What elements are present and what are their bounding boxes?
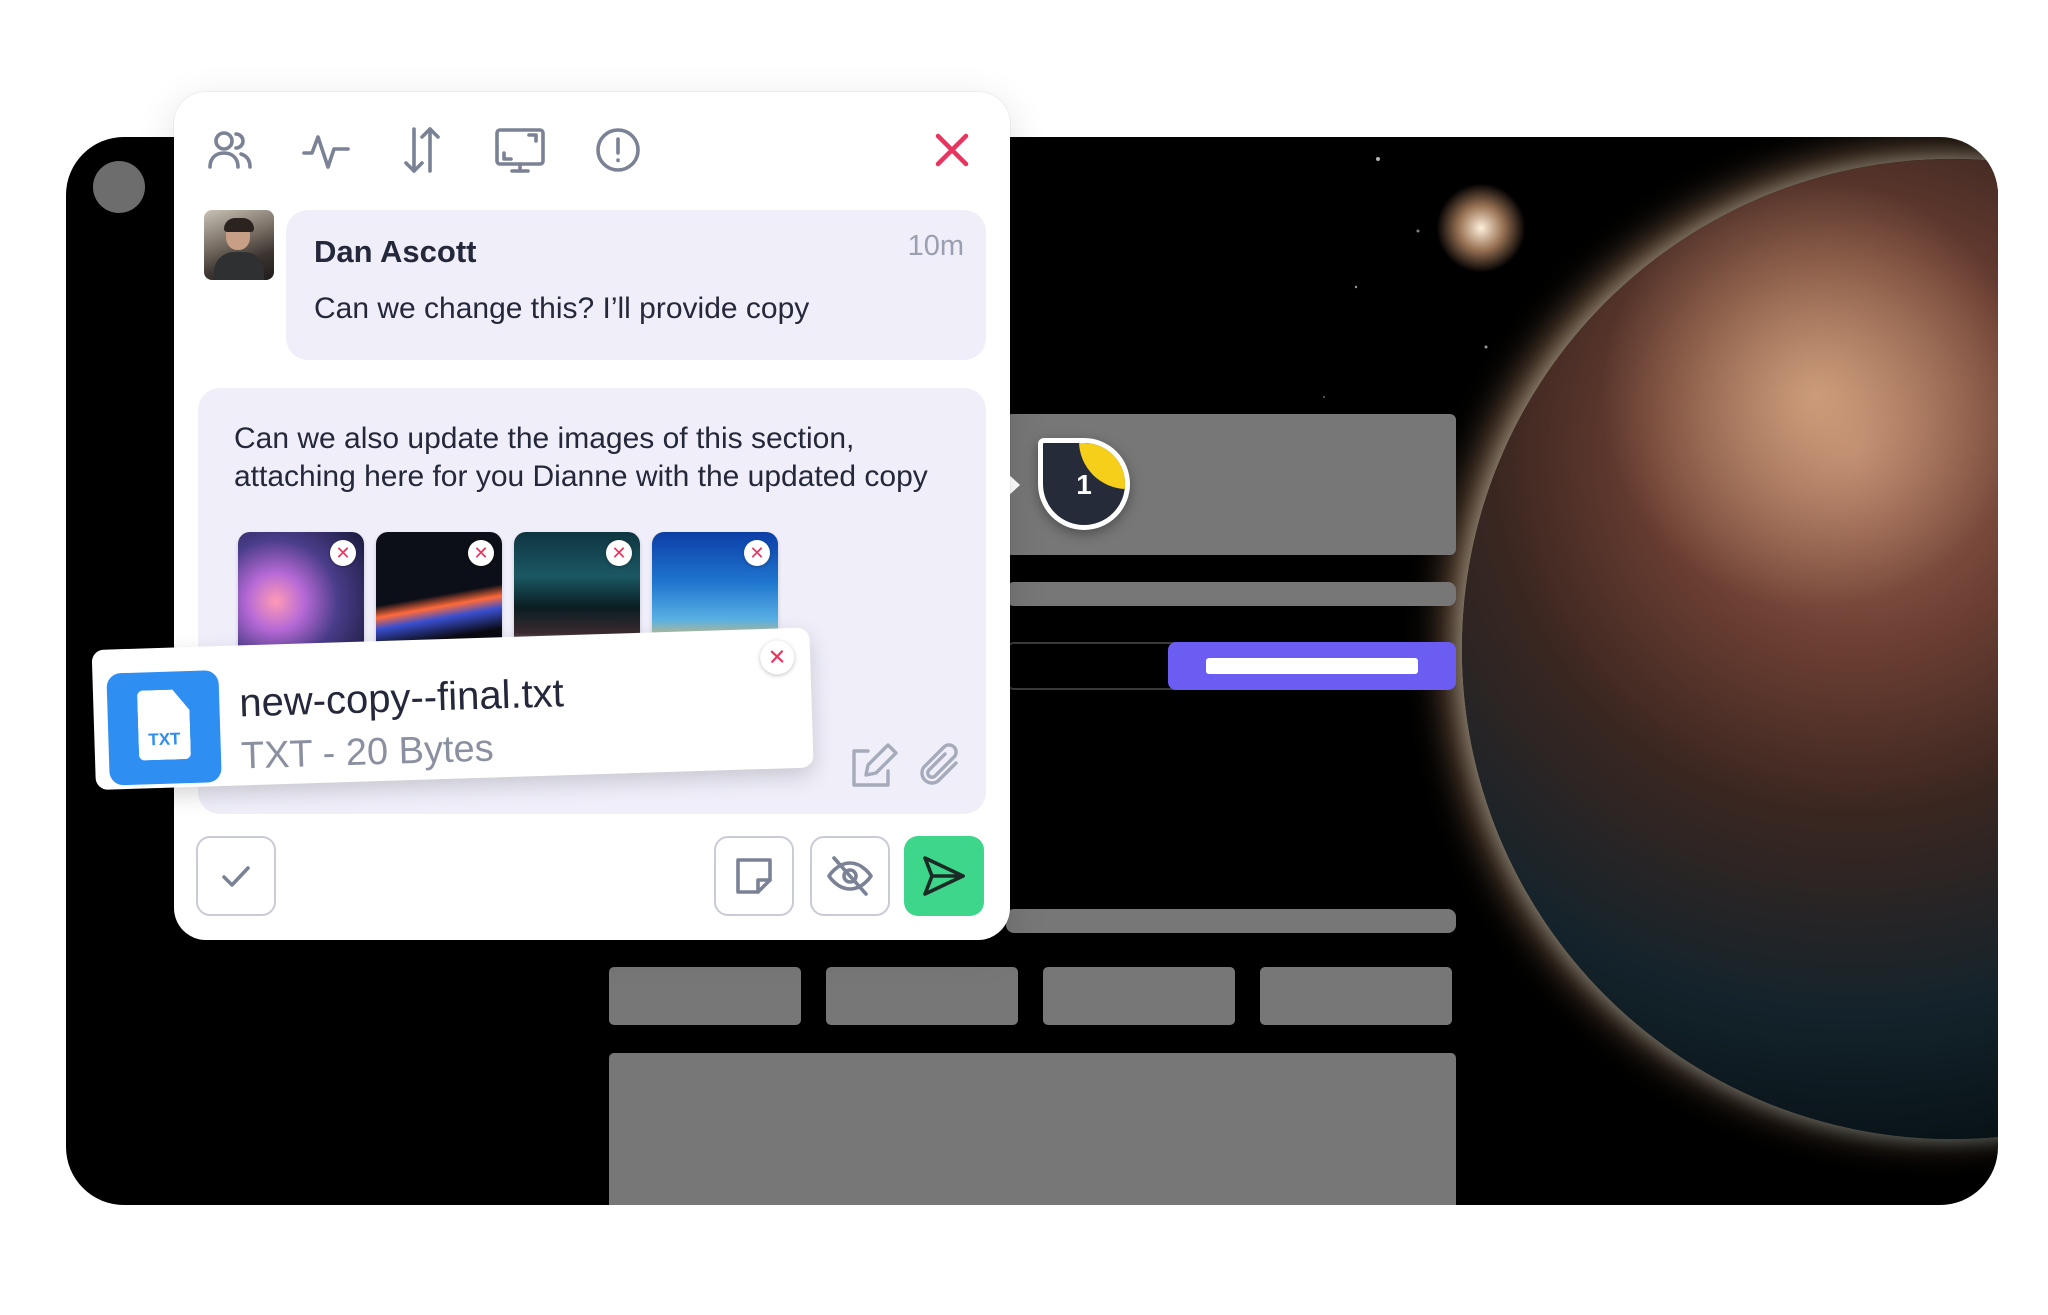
panel-toolbar xyxy=(202,122,982,182)
remove-attachment-button[interactable]: ✕ xyxy=(606,540,632,566)
placeholder-content-block xyxy=(609,1053,1456,1205)
remove-attachment-button[interactable]: ✕ xyxy=(330,540,356,566)
activity-icon[interactable] xyxy=(298,122,354,178)
paperclip-icon[interactable] xyxy=(918,741,964,796)
send-button[interactable] xyxy=(904,836,984,916)
composer-actions xyxy=(848,741,964,796)
send-icon xyxy=(923,856,965,896)
comment-bubble: Dan Ascott 10m Can we change this? I’ll … xyxy=(286,210,986,360)
placeholder-cta-button xyxy=(1168,642,1456,690)
remove-file-button[interactable]: ✕ xyxy=(759,640,795,676)
comment-time: 10m xyxy=(907,230,964,262)
file-attachment-card[interactable]: TXT new-copy--final.txt TXT - 20 Bytes ✕ xyxy=(91,627,814,790)
check-icon xyxy=(222,866,250,887)
file-extension: TXT xyxy=(148,729,181,750)
placeholder-text-line xyxy=(1006,582,1456,606)
alert-icon[interactable] xyxy=(590,122,646,178)
visibility-button[interactable] xyxy=(810,836,890,916)
remove-attachment-button[interactable]: ✕ xyxy=(744,540,770,566)
comment-panel: Dan Ascott 10m Can we change this? I’ll … xyxy=(174,92,1010,940)
comment-author[interactable]: Dan Ascott xyxy=(314,234,476,270)
edit-icon[interactable] xyxy=(848,741,900,796)
sun-glow xyxy=(1436,183,1526,273)
placeholder-card xyxy=(1260,967,1452,1025)
marker-number: 1 xyxy=(1076,469,1092,500)
close-icon[interactable] xyxy=(924,122,980,178)
screen-icon[interactable] xyxy=(492,122,548,178)
placeholder-card xyxy=(609,967,801,1025)
sort-icon[interactable] xyxy=(394,122,450,178)
placeholder-card xyxy=(1043,967,1235,1025)
remove-attachment-button[interactable]: ✕ xyxy=(468,540,494,566)
note-button[interactable] xyxy=(714,836,794,916)
users-icon[interactable] xyxy=(202,122,258,178)
comment-text: Can we change this? I’ll provide copy xyxy=(314,292,810,325)
resolve-button[interactable] xyxy=(196,836,276,916)
file-name: new-copy--final.txt xyxy=(238,671,565,726)
attachment-image[interactable]: ✕ xyxy=(238,532,364,658)
reply-text[interactable]: Can we also update the images of this se… xyxy=(234,420,954,496)
note-icon xyxy=(736,858,772,894)
file-meta: TXT - 20 Bytes xyxy=(240,727,495,778)
txt-file-icon: TXT xyxy=(106,670,222,786)
placeholder-card xyxy=(826,967,1018,1025)
avatar[interactable] xyxy=(204,210,274,280)
eye-off-icon xyxy=(827,856,873,896)
placeholder-text-line xyxy=(1006,909,1456,933)
placeholder-cta-label xyxy=(1206,658,1418,674)
comment-marker[interactable]: 1 xyxy=(1038,438,1130,530)
